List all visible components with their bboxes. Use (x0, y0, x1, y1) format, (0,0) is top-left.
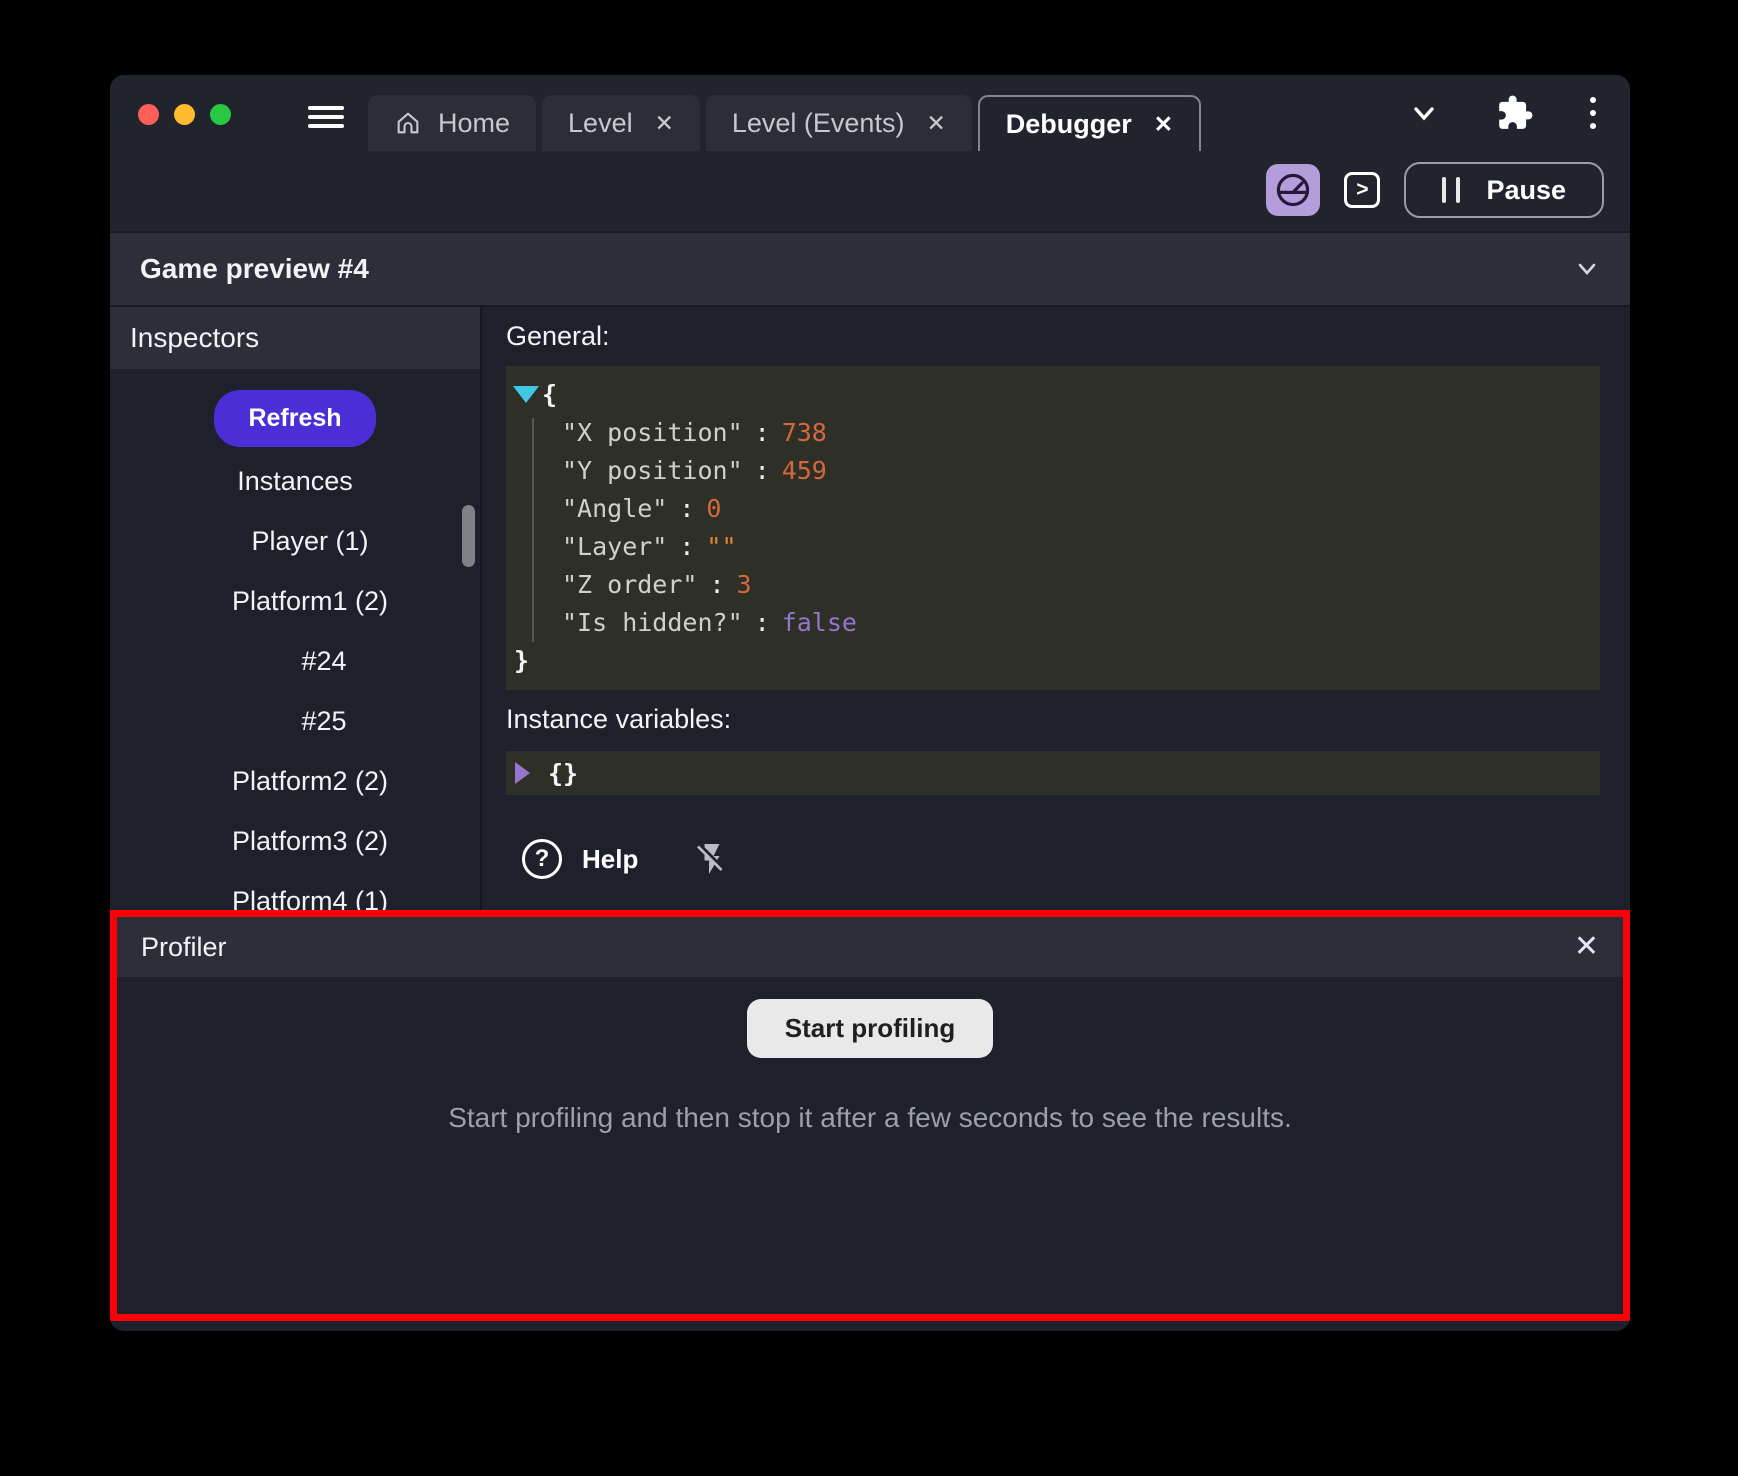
close-icon[interactable]: ✕ (1154, 111, 1173, 138)
json-row-z-order: "Z order":3 (506, 566, 1600, 604)
game-preview-title: Game preview #4 (140, 253, 369, 285)
extensions-puzzle-icon[interactable] (1496, 94, 1534, 132)
pause-label: Pause (1486, 175, 1566, 206)
menu-icon[interactable] (308, 101, 344, 133)
profiler-body: Start profiling Start profiling and then… (117, 977, 1623, 1134)
zoom-window-button[interactable] (210, 104, 231, 125)
more-options-icon[interactable] (1590, 97, 1596, 129)
sidebar-item-platform4[interactable]: Platform4 (1) (110, 871, 480, 910)
tab-label: Level (Events) (732, 108, 905, 139)
close-brace: } (514, 646, 529, 675)
close-icon[interactable]: ✕ (655, 110, 674, 137)
general-section-label: General: (506, 321, 1630, 352)
expand-arrow-icon[interactable] (515, 762, 530, 784)
help-row: ? Help (506, 839, 1630, 879)
tab-level-events[interactable]: Level (Events) ✕ (706, 95, 972, 151)
traffic-lights (138, 104, 231, 125)
help-icon[interactable]: ? (522, 839, 562, 879)
sidebar-item-platform1[interactable]: Platform1 (2) (110, 571, 480, 631)
start-profiling-button[interactable]: Start profiling (747, 999, 993, 1058)
profiler-toggle-button[interactable] (1266, 164, 1320, 216)
tab-label: Level (568, 108, 633, 139)
app-window: Home Level ✕ Level (Events) ✕ Debugger ✕ (110, 75, 1630, 1331)
json-root-close-row: } (506, 642, 1600, 680)
tab-label: Home (438, 108, 510, 139)
close-icon[interactable]: ✕ (1574, 932, 1599, 962)
minimize-window-button[interactable] (174, 104, 195, 125)
sidebar-scrollbar[interactable] (462, 505, 475, 567)
json-row-layer: "Layer":"" (506, 528, 1600, 566)
game-preview-dropdown[interactable]: Game preview #4 (110, 231, 1630, 307)
sidebar-item-player[interactable]: Player (1) (110, 511, 480, 571)
flash-off-icon[interactable] (694, 841, 730, 877)
general-json-view: { "X position":738 "Y position":459 "Ang… (506, 366, 1600, 690)
tab-home[interactable]: Home (368, 95, 536, 151)
inspector-panel: General: { "X position":738 "Y position"… (482, 307, 1630, 910)
sidebar-item-platform3[interactable]: Platform3 (2) (110, 811, 480, 871)
close-window-button[interactable] (138, 104, 159, 125)
sidebar-item-platform2[interactable]: Platform2 (2) (110, 751, 480, 811)
console-chevron-glyph: > (1356, 178, 1368, 202)
sidebar-item-instance-24[interactable]: #24 (110, 631, 480, 691)
profiler-panel: Profiler ✕ Start profiling Start profili… (110, 910, 1630, 1321)
tab-label: Debugger (1006, 109, 1132, 140)
indent-guide-line (532, 418, 534, 642)
debugger-content: Inspectors Refresh Instances Player (1) … (110, 307, 1630, 910)
instance-variables-label: Instance variables: (506, 704, 1630, 735)
chevron-down-icon[interactable] (1408, 97, 1440, 129)
open-brace: { (542, 380, 557, 409)
titlebar: Home Level ✕ Level (Events) ✕ Debugger ✕ (110, 75, 1630, 151)
json-row-x-position: "X position":738 (506, 414, 1600, 452)
sidebar-item-instance-25[interactable]: #25 (110, 691, 480, 751)
profiler-title: Profiler (141, 932, 227, 963)
json-row-y-position: "Y position":459 (506, 452, 1600, 490)
home-icon (394, 109, 422, 137)
tab-bar: Home Level ✕ Level (Events) ✕ Debugger ✕ (368, 95, 1201, 151)
json-root-row: { (506, 376, 1600, 414)
tab-debugger[interactable]: Debugger ✕ (978, 95, 1201, 151)
pause-button[interactable]: Pause (1404, 162, 1604, 218)
console-button[interactable]: > (1344, 172, 1380, 208)
instance-variables-view: {} (506, 751, 1600, 795)
instance-variables-value: {} (548, 759, 578, 788)
inspectors-list: Refresh Instances Player (1) Platform1 (… (110, 369, 480, 910)
debugger-toolbar: > Pause (110, 151, 1630, 231)
inspectors-sidebar: Inspectors Refresh Instances Player (1) … (110, 307, 482, 910)
profiler-header: Profiler ✕ (117, 917, 1623, 977)
close-icon[interactable]: ✕ (926, 110, 945, 137)
chevron-down-icon[interactable] (1574, 256, 1600, 282)
profiler-description: Start profiling and then stop it after a… (448, 1102, 1292, 1134)
tab-level[interactable]: Level ✕ (542, 95, 700, 151)
pause-icon (1442, 177, 1460, 203)
titlebar-actions (1408, 75, 1596, 151)
json-row-is-hidden: "Is hidden?":false (506, 604, 1600, 642)
inspectors-header: Inspectors (110, 307, 480, 369)
json-row-angle: "Angle":0 (506, 490, 1600, 528)
refresh-button[interactable]: Refresh (214, 390, 375, 447)
collapse-arrow-icon[interactable] (513, 386, 539, 403)
profiler-gauge-icon (1274, 171, 1312, 209)
help-link[interactable]: Help (582, 844, 638, 875)
sidebar-item-instances[interactable]: Instances (110, 451, 480, 511)
